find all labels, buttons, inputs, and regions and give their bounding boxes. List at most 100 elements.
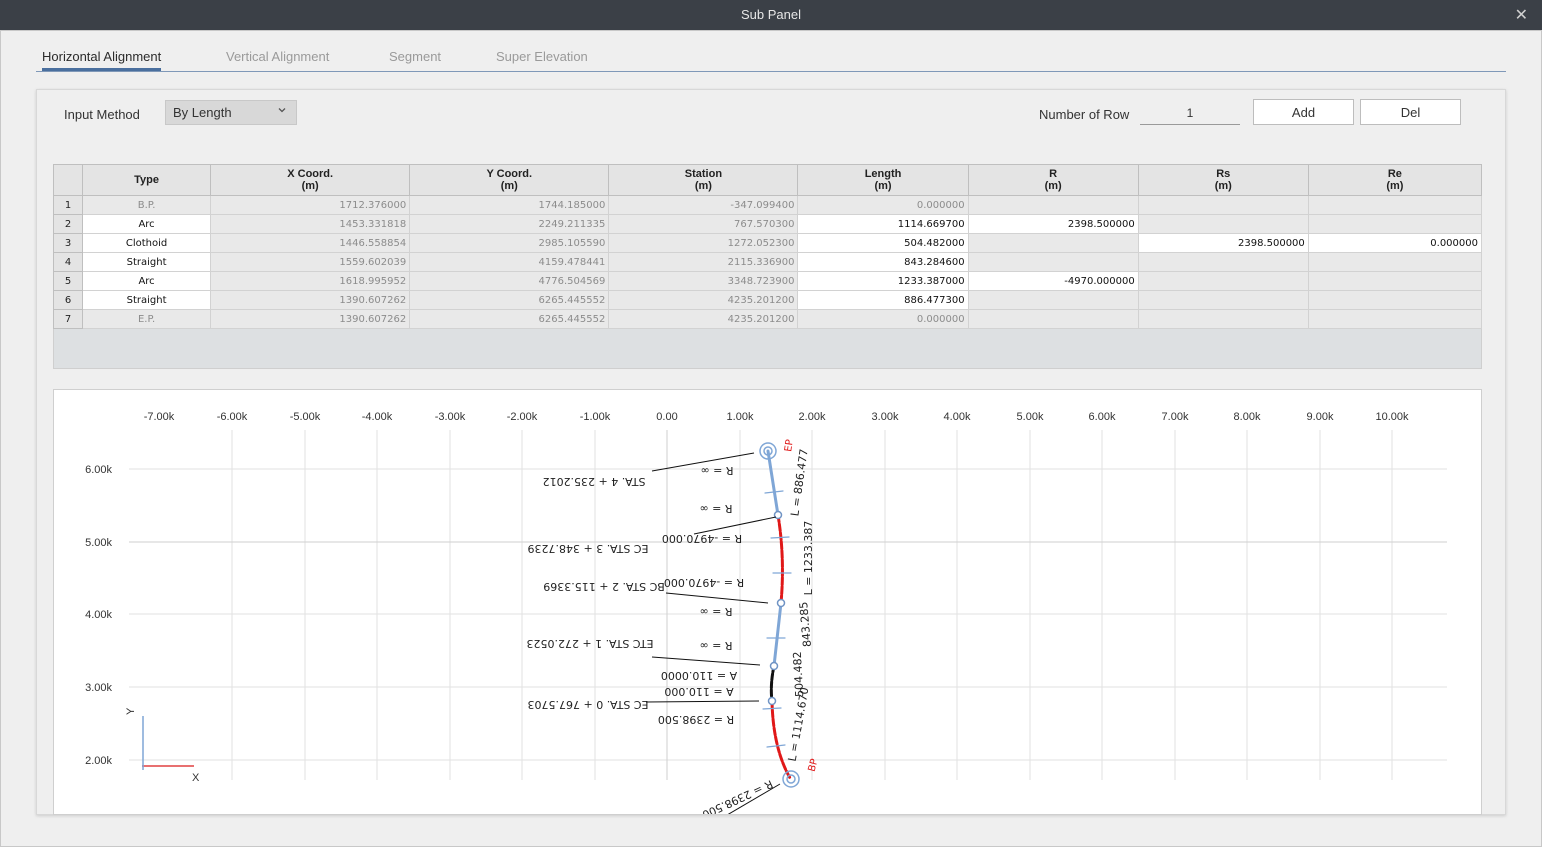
row-number[interactable]: 2 xyxy=(52,214,84,234)
alignment-table: Type X Coord. (m) Y Coord. (m) Station (m) … xyxy=(52,164,1483,329)
cell-type[interactable]: Clothoid xyxy=(82,233,212,253)
table-row[interactable]: 7 E.P. 1390.607262 6265.445552 4235.2012… xyxy=(52,309,1483,329)
cell-station: 767.570300 xyxy=(608,214,799,234)
table-row[interactable]: 3 Clothoid 1446.558854 2985.105590 1272.… xyxy=(52,233,1483,253)
tab-vertical-alignment[interactable]: Vertical Alignment xyxy=(226,49,329,71)
cell-x: 1618.995952 xyxy=(210,271,411,291)
cell-re xyxy=(1307,290,1483,310)
add-button[interactable]: Add xyxy=(1253,99,1354,125)
column-header-y[interactable]: Y Coord. (m) xyxy=(409,164,610,196)
column-header-r[interactable]: R (m) xyxy=(967,164,1139,196)
cell-re[interactable]: 0.000000 xyxy=(1307,233,1483,253)
cell-rs xyxy=(1137,271,1309,291)
title-bar: Sub Panel ✕ xyxy=(0,0,1542,30)
annotation-label: R = ∞ xyxy=(699,605,732,618)
segment-clothoid[interactable] xyxy=(769,664,776,703)
number-of-row-label: Number of Row xyxy=(1039,107,1130,122)
row-number-header xyxy=(52,164,84,196)
cell-re xyxy=(1307,271,1483,291)
column-header-length[interactable]: Length (m) xyxy=(797,164,969,196)
row-number[interactable]: 7 xyxy=(52,309,84,329)
x-tick-label: -3.00k xyxy=(435,411,466,423)
x-tick-label: 5.00k xyxy=(1017,411,1044,423)
length-label: L = 1114.670 xyxy=(786,686,812,762)
tab-super-elevation[interactable]: Super Elevation xyxy=(496,49,588,71)
y-tick-label: 2.00k xyxy=(85,755,112,767)
cell-rs[interactable]: 2398.500000 xyxy=(1137,233,1309,253)
cell-r[interactable]: -4970.000000 xyxy=(967,271,1139,291)
annotation-label: A = 110.0000 xyxy=(661,669,737,682)
number-of-row-input[interactable] xyxy=(1140,101,1240,125)
cell-type[interactable]: Arc xyxy=(82,271,212,291)
cell-y: 1744.185000 xyxy=(409,195,610,215)
cell-re xyxy=(1307,214,1483,234)
annotation-label: R = -4970.000 xyxy=(662,532,742,545)
column-header-rs[interactable]: Rs (m) xyxy=(1137,164,1309,196)
segment-straight[interactable] xyxy=(766,449,780,517)
row-number[interactable]: 3 xyxy=(52,233,84,253)
cell-type[interactable]: Straight xyxy=(82,252,212,272)
input-method-select[interactable]: By Length xyxy=(165,100,297,125)
cell-type[interactable]: Straight xyxy=(82,290,212,310)
bp-marker-icon[interactable] xyxy=(782,770,800,788)
column-header-label: Type xyxy=(134,174,159,186)
alignment-plot-canvas[interactable]: -7.00k -6.00k -5.00k -4.00k -3.00k -2.00… xyxy=(54,390,1481,814)
del-button[interactable]: Del xyxy=(1360,99,1461,125)
x-tick-label: 7.00k xyxy=(1162,411,1189,423)
row-number[interactable]: 5 xyxy=(52,271,84,291)
table-row[interactable]: 6 Straight 1390.607262 6265.445552 4235.… xyxy=(52,290,1483,310)
length-label: 843.285 xyxy=(797,601,814,647)
length-label: L = 1233.387 xyxy=(802,521,815,596)
cell-station: 2115.336900 xyxy=(608,252,799,272)
cell-y: 2985.105590 xyxy=(409,233,610,253)
column-header-label: X Coord. xyxy=(287,168,334,180)
table-row[interactable]: 2 Arc 1453.331818 2249.211335 767.570300… xyxy=(52,214,1483,234)
x-tick-label: -4.00k xyxy=(362,411,393,423)
column-header-unit: (m) xyxy=(1214,180,1232,192)
cell-length[interactable]: 504.482000 xyxy=(797,233,969,253)
cell-length[interactable]: 843.284600 xyxy=(797,252,969,272)
tab-bar: Horizontal Alignment Vertical Alignment … xyxy=(36,49,1506,72)
cell-length[interactable]: 886.477300 xyxy=(797,290,969,310)
column-header-station[interactable]: Station (m) xyxy=(608,164,799,196)
tab-segment[interactable]: Segment xyxy=(389,49,441,71)
annotation-label: STA. 4 + 235.2012 xyxy=(543,475,646,488)
column-header-x[interactable]: X Coord. (m) xyxy=(210,164,411,196)
row-number[interactable]: 6 xyxy=(52,290,84,310)
cell-r xyxy=(967,290,1139,310)
row-number[interactable]: 1 xyxy=(52,195,84,215)
cell-y: 6265.445552 xyxy=(409,309,610,329)
x-tick-label: 3.00k xyxy=(872,411,899,423)
cell-r xyxy=(967,252,1139,272)
segment-arc[interactable] xyxy=(770,699,792,780)
segment-straight[interactable] xyxy=(772,601,783,668)
x-tick-label: 6.00k xyxy=(1089,411,1116,423)
cell-station: 4235.201200 xyxy=(608,290,799,310)
x-tick-label: -5.00k xyxy=(290,411,321,423)
row-number[interactable]: 4 xyxy=(52,252,84,272)
column-header-unit: (m) xyxy=(1386,180,1404,192)
cell-r[interactable]: 2398.500000 xyxy=(967,214,1139,234)
column-header-re[interactable]: Re (m) xyxy=(1307,164,1483,196)
column-header-unit: (m) xyxy=(694,180,712,192)
segment-arc[interactable] xyxy=(776,513,784,605)
cell-length[interactable]: 1233.387000 xyxy=(797,271,969,291)
annotation-label: R = ∞ xyxy=(699,639,732,652)
cell-x: 1453.331818 xyxy=(210,214,411,234)
column-header-type[interactable]: Type xyxy=(82,164,212,196)
table-row[interactable]: 4 Straight 1559.602039 4159.478441 2115.… xyxy=(52,252,1483,272)
tab-horizontal-alignment[interactable]: Horizontal Alignment xyxy=(42,49,162,71)
cell-type: E.P. xyxy=(82,309,212,329)
table-row[interactable]: 1 B.P. 1712.376000 1744.185000 -347.0994… xyxy=(52,195,1483,215)
x-tick-label: -7.00k xyxy=(144,411,175,423)
table-row[interactable]: 5 Arc 1618.995952 4776.504569 3348.72390… xyxy=(52,271,1483,291)
cell-x: 1390.607262 xyxy=(210,290,411,310)
alignment-plot[interactable]: -7.00k -6.00k -5.00k -4.00k -3.00k -2.00… xyxy=(53,389,1482,815)
cell-length[interactable]: 1114.669700 xyxy=(797,214,969,234)
sub-panel-window: Horizontal Alignment Vertical Alignment … xyxy=(0,30,1542,847)
station-ticks xyxy=(762,490,792,748)
column-header-label: Rs xyxy=(1216,168,1231,180)
column-header-label: Y Coord. xyxy=(486,168,533,180)
cell-type[interactable]: Arc xyxy=(82,214,212,234)
close-icon[interactable]: ✕ xyxy=(1515,5,1528,25)
